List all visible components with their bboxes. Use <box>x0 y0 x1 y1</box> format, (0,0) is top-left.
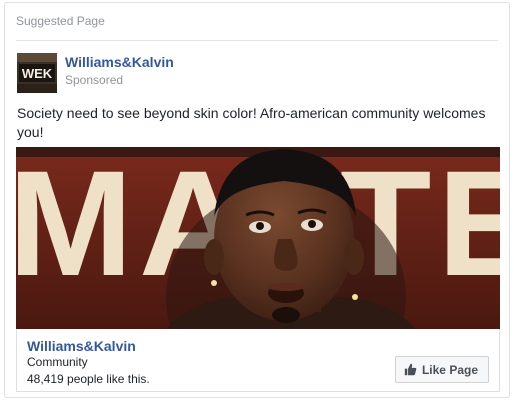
page-category: Community <box>27 355 88 369</box>
like-page-label: Like Page <box>421 362 478 377</box>
page-name-link[interactable]: Williams&Kalvin <box>65 54 174 70</box>
avatar-logo-text: WEK <box>22 66 53 81</box>
sponsored-label: Sponsored <box>65 73 124 87</box>
post-text: Society need to see beyond skin color! A… <box>17 105 486 140</box>
ad-media-image[interactable]: MATTER <box>16 147 500 329</box>
thumbs-up-icon <box>404 363 417 376</box>
suggested-page-card: Suggested Page WEK Williams&Kalvin Spons… <box>4 2 510 398</box>
page-avatar[interactable]: WEK <box>17 53 57 93</box>
ad-footer: Williams&Kalvin Community 48,419 people … <box>16 329 500 392</box>
page-likes-count: 48,419 people like this. <box>27 372 150 386</box>
like-page-button[interactable]: Like Page <box>394 356 489 383</box>
footer-page-name-link[interactable]: Williams&Kalvin <box>27 338 136 354</box>
divider <box>16 40 498 41</box>
section-label: Suggested Page <box>16 14 105 28</box>
